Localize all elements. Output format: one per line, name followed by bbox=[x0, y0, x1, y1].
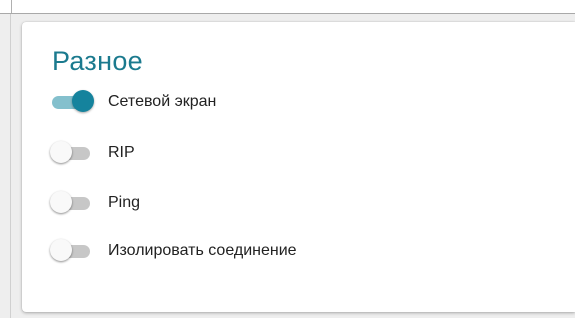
firewall-toggle[interactable] bbox=[50, 89, 96, 115]
isolate-connection-label: Изолировать соединение bbox=[108, 242, 297, 259]
toggle-knob bbox=[50, 191, 72, 213]
toggle-row-rip[interactable]: RIP bbox=[50, 140, 135, 166]
toggle-row-ping[interactable]: Ping bbox=[50, 190, 140, 216]
rip-toggle[interactable] bbox=[50, 140, 96, 166]
isolate-connection-toggle[interactable] bbox=[50, 238, 96, 264]
toggle-knob bbox=[50, 141, 72, 163]
firewall-label: Сетевой экран bbox=[108, 93, 217, 110]
strip-divider bbox=[11, 0, 12, 13]
top-strip bbox=[0, 0, 575, 14]
toggle-knob bbox=[50, 239, 72, 261]
ping-toggle[interactable] bbox=[50, 190, 96, 216]
section-title: Разное bbox=[52, 46, 143, 76]
left-divider bbox=[10, 14, 11, 318]
toggle-knob bbox=[72, 90, 94, 112]
misc-settings-card: Разное Сетевой экран RIP Ping Изолироват… bbox=[22, 22, 575, 312]
toggle-row-firewall[interactable]: Сетевой экран bbox=[50, 89, 216, 115]
ping-label: Ping bbox=[108, 194, 141, 211]
rip-label: RIP bbox=[108, 144, 135, 161]
toggle-row-isolate[interactable]: Изолировать соединение bbox=[50, 238, 297, 264]
